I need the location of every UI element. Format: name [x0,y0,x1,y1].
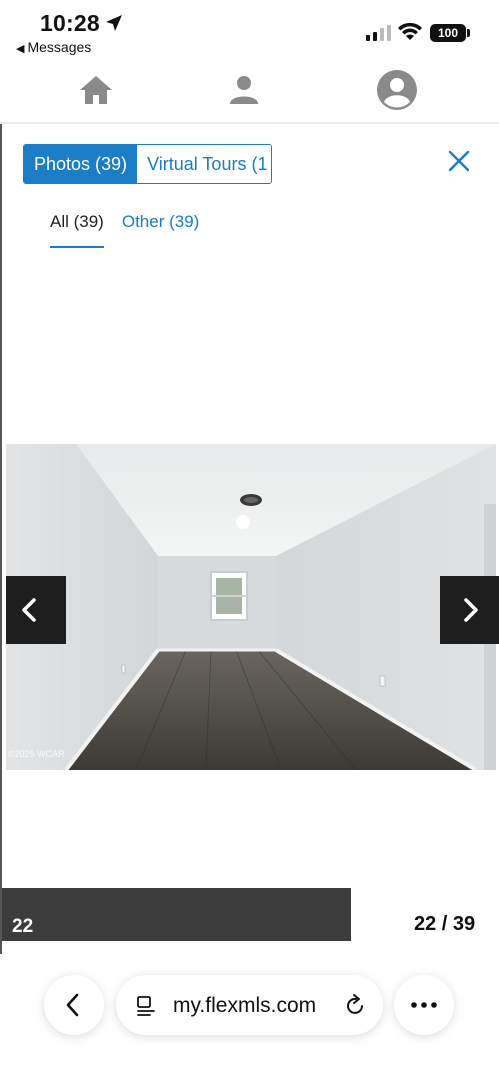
battery-indicator: 100 [430,24,466,42]
home-icon[interactable] [78,72,114,108]
reload-icon[interactable] [343,993,367,1017]
photo-filter-tabs: All (39) Other (39) [50,212,199,248]
previous-photo-button[interactable] [6,576,66,644]
photo-counter: 22 / 39 [414,913,476,935]
back-triangle-icon: ◀ [16,43,25,55]
location-arrow-icon [106,15,122,31]
ellipsis-icon [411,1002,437,1008]
back-to-app-link[interactable]: ◀ Messages [16,39,91,55]
next-photo-button[interactable] [440,576,499,644]
chevron-left-icon [22,598,36,622]
chevron-right-icon [464,598,478,622]
cellular-signal-icon [366,25,391,41]
battery-tip [467,29,470,37]
more-options-button[interactable] [394,975,454,1035]
photo-caption-bar [2,888,351,941]
back-app-label: Messages [27,39,92,55]
account-circle-icon[interactable] [375,68,419,112]
page-menu-icon[interactable] [134,993,158,1017]
status-bar: 10:28 ◀ Messages 100 [0,0,499,60]
tab-virtual-tours[interactable]: Virtual Tours (1 [137,145,271,183]
tab-photos[interactable]: Photos (39) [24,145,138,183]
url-text: my.flexmls.com [173,994,317,1017]
person-icon[interactable] [226,72,262,108]
media-type-tabs: Photos (39) Virtual Tours (1 [23,144,272,184]
photo-caption: 22 [12,916,34,937]
photo-watermark: ©2025 WCAR [8,749,65,759]
wifi-icon [398,22,422,40]
tab-all[interactable]: All (39) [50,212,104,248]
browser-back-button[interactable] [44,975,104,1035]
listing-photo [6,444,496,770]
close-icon[interactable] [447,149,471,173]
top-nav [0,60,499,124]
chevron-left-icon [66,993,79,1017]
status-time: 10:28 [40,10,100,36]
tab-other[interactable]: Other (39) [122,212,199,248]
modal-border [0,124,2,954]
